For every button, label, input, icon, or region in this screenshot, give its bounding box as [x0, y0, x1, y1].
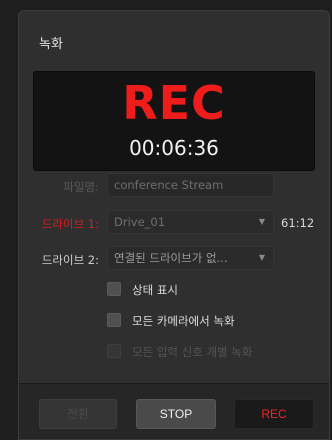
record-isolated-inputs-label: 모든 입력 신호 개별 녹화 — [132, 345, 253, 359]
filename-label: 파일명: — [63, 180, 99, 194]
stop-button[interactable]: STOP — [136, 399, 216, 429]
chevron-down-icon: ▼ — [258, 253, 265, 262]
chevron-down-icon: ▼ — [258, 217, 265, 226]
panel-title: 녹화 — [39, 37, 63, 52]
recording-panel: 녹화 REC 00:06:36 파일명: conference Stream 드… — [18, 10, 330, 440]
drive2-select[interactable]: 연결된 드라이브가 없... ▼ — [107, 246, 274, 270]
filename-input[interactable]: conference Stream — [107, 173, 274, 197]
button-bar: 전환 STOP REC — [19, 383, 329, 439]
drive2-value: 연결된 드라이브가 없... — [114, 251, 228, 265]
record-all-cameras-checkbox[interactable] — [107, 313, 121, 327]
status-display-label: 상태 표시 — [132, 283, 178, 297]
filename-value: conference Stream — [114, 178, 224, 192]
drive2-label: 드라이브 2: — [41, 253, 99, 267]
recording-status-display: REC 00:06:36 — [33, 71, 315, 171]
record-isolated-inputs-checkbox — [107, 344, 121, 358]
record-all-cameras-label: 모든 카메라에서 녹화 — [132, 314, 235, 328]
rec-button[interactable]: REC — [234, 399, 314, 429]
rec-indicator: REC — [122, 76, 226, 130]
drive1-label: 드라이브 1: — [41, 217, 99, 231]
drive1-select[interactable]: Drive_01 ▼ — [107, 210, 274, 234]
status-display-checkbox[interactable] — [107, 282, 121, 296]
recording-timecode: 00:06:36 — [129, 136, 219, 160]
switch-button: 전환 — [39, 399, 117, 429]
drive1-value: Drive_01 — [114, 215, 166, 229]
drive1-time-remaining: 61:12 — [281, 216, 315, 230]
